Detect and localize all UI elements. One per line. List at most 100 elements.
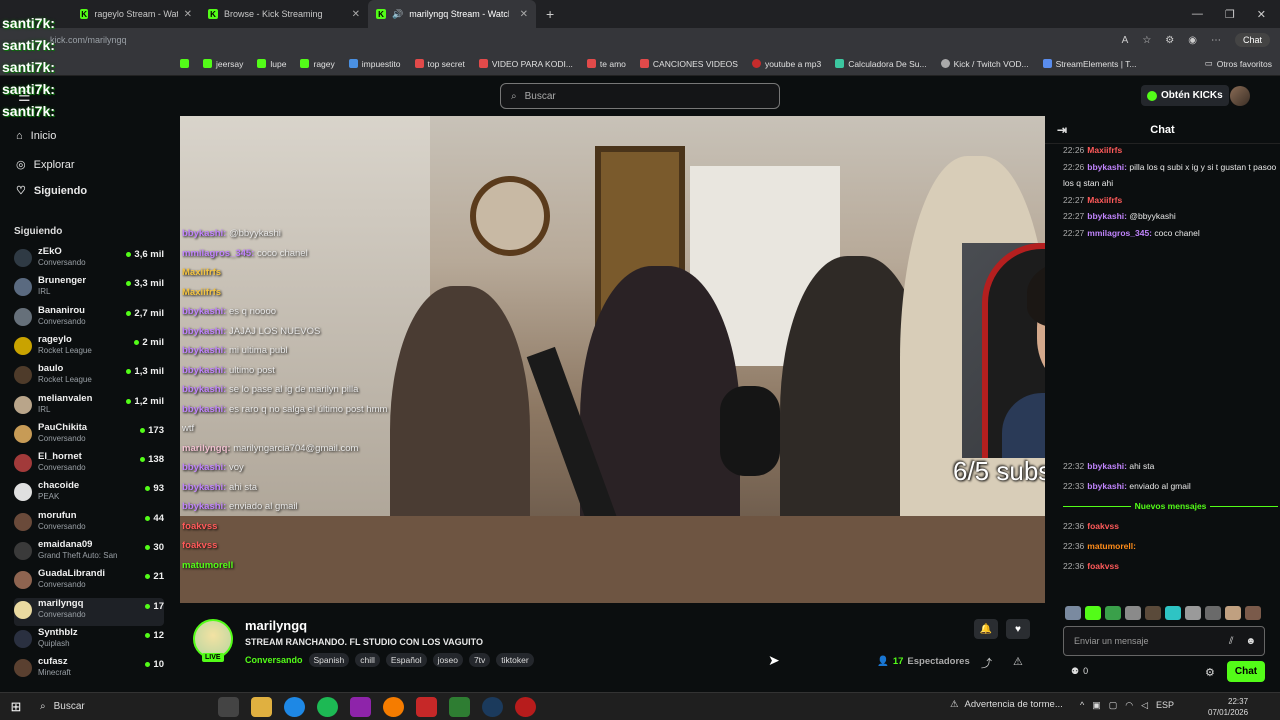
tag[interactable]: tiktoker [496, 653, 534, 667]
chat-message[interactable]: 22:27 Maxiifrfs [1063, 192, 1278, 209]
sidebar-channel[interactable]: Bananirou Conversando 2,7 mil [14, 305, 164, 333]
chat-username[interactable]: foakvss [1087, 521, 1119, 531]
sidebar-channel[interactable]: morufun Conversando 44 [14, 510, 164, 538]
weather-alert[interactable]: ⚠ Advertencia de torme... [950, 699, 1063, 710]
chat-username[interactable]: foakvss [1087, 561, 1119, 571]
wifi-icon[interactable]: ◠ [1125, 700, 1133, 711]
chat-message-input[interactable]: Enviar un mensaje ⫽ ☻ [1063, 626, 1265, 656]
close-tab-icon[interactable]: ✕ [352, 9, 360, 20]
bookmark[interactable]: Kick / Twitch VOD... [940, 59, 1029, 69]
browser-tab[interactable]: K Browse - Kick Streaming ✕ [200, 0, 368, 28]
emote-icon[interactable] [1225, 606, 1241, 620]
bookmark[interactable]: top secret [414, 59, 465, 69]
chat-username[interactable]: Maxiifrfs [1087, 195, 1122, 205]
close-tab-icon[interactable]: ✕ [520, 9, 528, 20]
follow-button[interactable]: ♥ [1006, 619, 1030, 639]
other-bookmarks[interactable]: ▭ Otros favoritos [1205, 58, 1272, 69]
url-field[interactable]: kick.com/marilyngq [50, 35, 127, 45]
canva-icon[interactable] [350, 696, 371, 717]
emote-icon[interactable] [1105, 606, 1121, 620]
profile-icon[interactable]: ◉ [1188, 35, 1197, 46]
chat-username[interactable]: bbykashi: [1087, 211, 1127, 221]
chat-message[interactable]: 22:32 bbykashi: ahi sta [1063, 456, 1278, 476]
translate-icon[interactable]: A [1122, 35, 1129, 46]
sidebar-item-siguiendo[interactable]: ♡ Siguiendo [16, 184, 87, 198]
sidebar-channel[interactable]: PauChikita Conversando 173 [14, 422, 164, 450]
emote-icon[interactable] [1185, 606, 1201, 620]
extensions-icon[interactable]: ⚙ [1165, 35, 1174, 46]
bookmark[interactable]: VIDEO PARA KODI... [478, 59, 573, 69]
clock[interactable]: 22:37 07/01/2026 [1208, 696, 1248, 718]
stream-category[interactable]: Conversando [245, 655, 303, 665]
sidebar-channel[interactable]: emaidana09 Grand Theft Auto: San ... 30 [14, 539, 164, 567]
chat-username[interactable]: Maxiifrfs [1087, 145, 1122, 155]
tag[interactable]: 7tv [468, 653, 491, 667]
chat-message[interactable]: 22:26 bbykashi: pilla los q subi x ig y s… [1063, 159, 1278, 192]
streamer-name[interactable]: marilyngq [245, 618, 307, 633]
tag[interactable]: chill [355, 653, 380, 667]
emote-icon[interactable] [1205, 606, 1221, 620]
chat-message[interactable]: 22:26 Maxiifrfs [1063, 142, 1278, 159]
emoji-icon[interactable]: ☻ [1245, 636, 1256, 647]
chat-message[interactable]: 22:33 bbykashi: enviado al gmail [1063, 476, 1278, 496]
report-icon[interactable]: ⚠ [1013, 655, 1023, 668]
emote-icon[interactable] [1085, 606, 1101, 620]
send-chat-button[interactable]: Chat [1227, 661, 1265, 682]
bookmark[interactable]: Calculadora De Su... [835, 59, 927, 69]
emote-icon[interactable] [1125, 606, 1141, 620]
tag[interactable]: Spanish [308, 653, 350, 667]
emote-icon[interactable] [1245, 606, 1261, 620]
emote-icon[interactable] [1145, 606, 1161, 620]
chat-username[interactable]: bbykashi: [1087, 461, 1127, 471]
sidebar-channel[interactable]: marilyngq Conversando 17 [14, 597, 164, 626]
bookmark[interactable]: StreamElements | T... [1042, 59, 1137, 69]
kick-app-icon[interactable] [449, 696, 470, 717]
emote-icon[interactable] [1065, 606, 1081, 620]
tray-icon[interactable]: ▣ [1092, 700, 1101, 711]
steam-icon[interactable] [482, 696, 503, 717]
menu-icon[interactable]: ⋯ [1211, 35, 1221, 46]
sidebar-channel[interactable]: zEkO Conversando 3,6 mil [14, 246, 164, 274]
chat-message[interactable]: 22:27 mmilagros_345: coco chanel [1063, 225, 1278, 242]
bookmark[interactable] [180, 59, 189, 68]
sidebar-channel[interactable]: baulo Rocket League 1,3 mil [14, 363, 164, 391]
new-tab-button[interactable]: + [536, 6, 564, 22]
sidebar-channel[interactable]: GuadaLibrandi Conversando 21 [14, 568, 164, 596]
video-player[interactable]: bbykashi: @bbyykashi mmilagros_345: coco … [180, 116, 1045, 603]
chat-message[interactable]: 22:36 foakvss [1063, 516, 1278, 536]
windows-start-icon[interactable]: ⊞ [0, 699, 32, 715]
maximize-icon[interactable]: ❐ [1225, 8, 1235, 21]
sidebar-channel[interactable]: El_hornet Conversando 138 [14, 451, 164, 479]
chat-username[interactable]: bbykashi: [1087, 481, 1127, 491]
task-view-icon[interactable] [218, 696, 239, 717]
file-explorer-icon[interactable] [251, 696, 272, 717]
chevron-up-icon[interactable]: ^ [1080, 700, 1084, 711]
notification-bell-button[interactable]: 🔔 [974, 619, 998, 639]
close-tab-icon[interactable]: ✕ [184, 9, 192, 20]
sidebar-channel[interactable]: melianvalen IRL 1,2 mil [14, 393, 164, 421]
edge-icon[interactable] [284, 696, 305, 717]
chat-message[interactable]: 22:36 matumorell: [1063, 536, 1278, 556]
sidebar-channel[interactable]: cufasz Minecraft 10 [14, 656, 164, 684]
bookmark[interactable]: jeersay [203, 59, 243, 69]
sidebar-channel[interactable]: chacoide PEAK 93 [14, 480, 164, 508]
avatar[interactable] [1230, 86, 1250, 106]
app-icon[interactable] [515, 696, 536, 717]
tag[interactable]: Español [385, 653, 427, 667]
star-icon[interactable]: ☆ [1142, 35, 1151, 46]
bookmark[interactable]: youtube a mp3 [751, 59, 821, 69]
chat-message[interactable]: 22:36 foakvss [1063, 556, 1278, 576]
tag[interactable]: joseo [432, 653, 463, 667]
chat-username[interactable]: matumorell: [1087, 541, 1136, 551]
new-messages-divider[interactable]: Nuevos mensajes [1063, 496, 1279, 516]
close-window-icon[interactable]: ✕ [1257, 8, 1266, 21]
bookmark[interactable]: te amo [586, 59, 626, 69]
app-icon[interactable] [383, 696, 404, 717]
taskbar-search[interactable]: ⌕ Buscar [32, 696, 204, 718]
gear-icon[interactable]: ⚙ [1205, 666, 1215, 679]
tray-icon[interactable]: ▢ [1109, 700, 1118, 711]
bookmark[interactable]: impuestito [348, 59, 401, 69]
bookmark[interactable]: ragey [300, 59, 335, 69]
minimize-icon[interactable]: — [1192, 8, 1203, 21]
language-indicator[interactable]: ESP [1156, 700, 1174, 711]
